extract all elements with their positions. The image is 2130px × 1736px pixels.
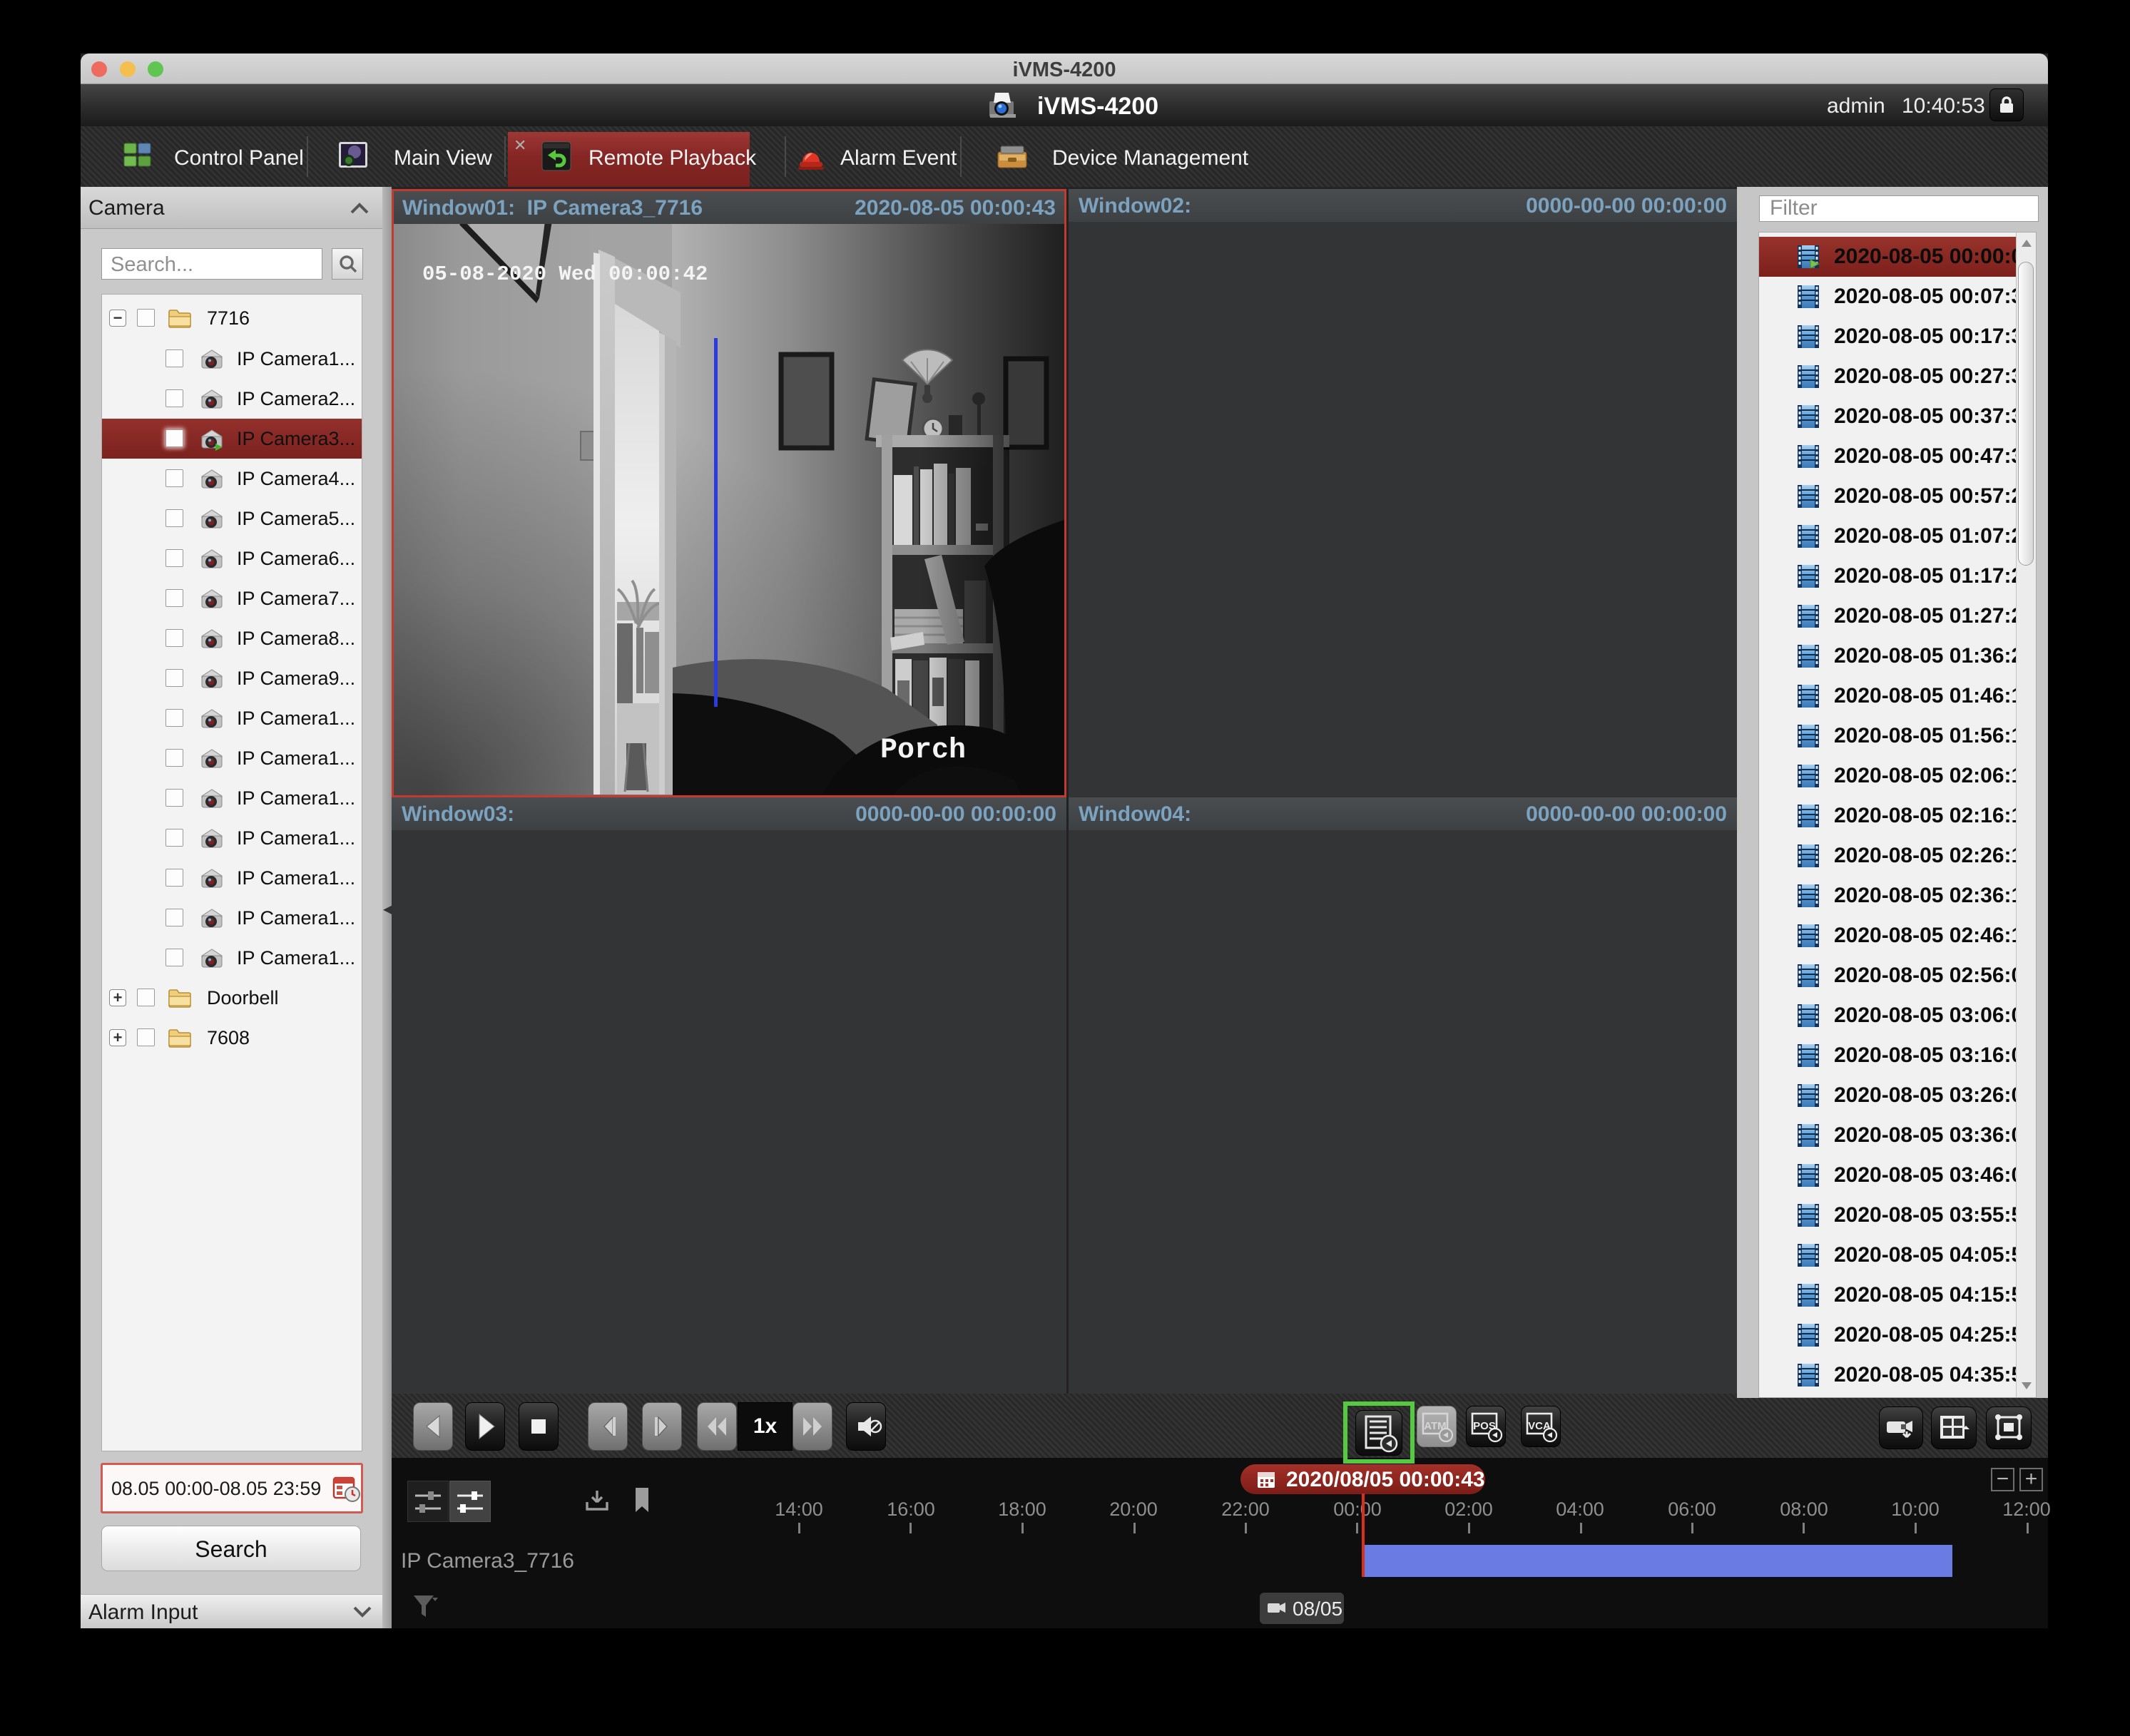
svg-text:05-08-2020 Wed 00:00:42: 05-08-2020 Wed 00:00:42 (422, 262, 708, 286)
svg-text:Porch: Porch (880, 735, 966, 767)
